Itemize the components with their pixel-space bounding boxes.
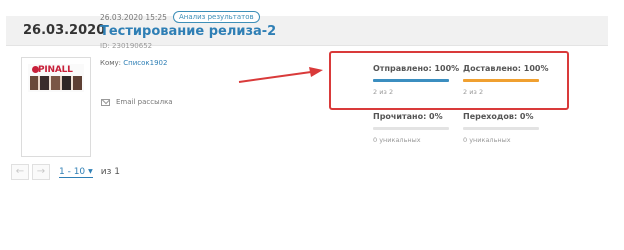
stat-delivered-count: 2 из 2 [463,88,484,96]
stat-delivered: Доставлено: 100% 2 из 2 [463,64,549,96]
page-total: из 1 [100,167,121,177]
stat-clicks-bar [463,127,539,130]
recipient-list-link[interactable]: Список1902 [123,59,167,67]
channel-type: Email рассылка [101,98,173,106]
arrow-left-icon: ← [15,166,25,177]
stat-clicks: Переходов: 0% 0 уникальных [463,112,539,144]
analysis-badge[interactable]: Анализ результатов [172,11,260,23]
recipient-label: Кому: [100,59,122,67]
stat-clicks-count: 0 уникальных [463,136,511,144]
prev-page-button[interactable]: ← [11,164,29,180]
stat-sent-label: Отправлено: 100% [373,64,460,73]
stat-sent-fill [373,79,449,82]
stat-clicks-label: Переходов: 0% [463,112,534,121]
brand-logo: PINALL [28,64,84,92]
stat-opened: Прочитано: 0% 0 уникальных [373,112,449,144]
campaign-meta: 26.03.2020 15:25 Анализ результатов [100,11,260,23]
campaign-id: ID: 230190652 [100,42,153,50]
caret-down-icon: ▼ [88,168,93,175]
logo-brand-text: PINALL [38,65,73,75]
stat-delivered-fill [463,79,539,82]
mail-icon [101,98,110,106]
page-range-dropdown[interactable]: 1 - 10 ▼ [59,167,93,178]
date-header: 26.03.2020 [6,16,608,46]
stat-sent-bar [373,79,449,82]
pagination: ← → 1 - 10 ▼ из 1 [11,164,120,180]
stat-delivered-label: Доставлено: 100% [463,64,549,73]
logo-people-image [30,76,82,90]
stat-opened-count: 0 уникальных [373,136,421,144]
stat-sent-count: 2 из 2 [373,88,394,96]
channel-label: Email рассылка [116,98,173,106]
stat-opened-bar [373,127,449,130]
stat-sent: Отправлено: 100% 2 из 2 [373,64,460,96]
recipient-line: Кому: Список1902 [100,59,167,67]
arrow-right-icon: → [36,166,46,177]
annotation-arrow-icon [238,67,323,83]
stat-opened-label: Прочитано: 0% [373,112,443,121]
campaign-thumbnail[interactable]: PINALL [21,57,91,157]
campaign-datetime: 26.03.2020 15:25 [100,12,167,22]
stat-delivered-bar [463,79,539,82]
next-page-button[interactable]: → [32,164,50,180]
page-range-label: 1 - 10 [59,166,86,177]
campaign-title[interactable]: Тестирование релиза-2 [100,24,276,39]
